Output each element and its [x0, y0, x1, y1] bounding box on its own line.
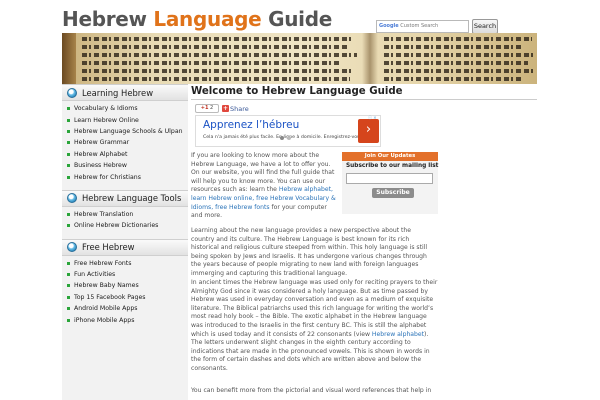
bullet-icon — [67, 164, 70, 168]
sidebar-item-android[interactable]: Android Mobile Apps — [67, 303, 188, 314]
sidebar-item-dictionaries[interactable]: Online Hebrew Dictionaries — [67, 220, 188, 231]
signup-body: Subscribe to our mailing list Subscribe — [342, 161, 438, 214]
link-learn-hebrew-online[interactable]: learn Hebrew online, — [191, 195, 254, 202]
bullet-icon — [67, 107, 70, 111]
bullet-icon — [67, 284, 70, 288]
intro-paragraph: If you are looking to know more about th… — [191, 152, 336, 220]
paragraph-visual: You can benefit more from the pictorial … — [191, 387, 432, 394]
bullet-icon — [67, 261, 70, 265]
bullet-icon — [67, 129, 70, 133]
sidebar-heading-free-hebrew: Free Hebrew — [62, 238, 188, 256]
subscribe-button[interactable]: Subscribe — [372, 188, 414, 198]
sidebar-heading-label: Free Hebrew — [82, 242, 135, 253]
bullet-icon — [67, 118, 70, 122]
link-hebrew-alphabet-inline[interactable]: Hebrew alphabet — [372, 331, 424, 338]
sidebar-heading-learning-hebrew: Learning Hebrew — [62, 84, 188, 101]
sidebar-item-alphabet[interactable]: Hebrew Alphabet — [67, 149, 188, 160]
link-hebrew-alphabet[interactable]: Hebrew alphabet, — [279, 186, 333, 193]
ad-dot-active[interactable] — [280, 136, 284, 140]
paragraph-culture: Learning about the new language provides… — [191, 227, 428, 277]
search-input[interactable]: Google Custom Search — [376, 20, 469, 33]
sidebar-item-christians[interactable]: Hebrew for Christians — [67, 171, 188, 182]
ad-title[interactable]: Apprenez l’hébreu — [203, 119, 299, 131]
sidebar-item-baby-names[interactable]: Hebrew Baby Names — [67, 280, 188, 291]
email-field[interactable] — [346, 173, 433, 184]
sidebar-heading-language-tools: Hebrew Language Tools — [62, 189, 188, 207]
share-icon: + — [222, 105, 229, 112]
hebrew-text-banner-image — [62, 33, 537, 84]
advertisement[interactable]: Apprenez l’hébreu Cela n'a jamais été pl… — [195, 115, 381, 147]
google-plus-count: 2 — [210, 105, 214, 111]
book-spine — [62, 33, 76, 84]
sidebar-item-business[interactable]: Business Hebrew — [67, 160, 188, 171]
signup-label: Subscribe to our mailing list — [346, 163, 439, 169]
book-fold — [362, 33, 378, 84]
blue-orb-icon — [67, 87, 77, 98]
bullet-icon — [67, 212, 70, 216]
blue-orb-icon — [67, 242, 77, 253]
main-content: Welcome to Hebrew Language Guide +1 2 + S… — [191, 84, 537, 400]
sidebar: Learning Hebrew Vocabulary & Idioms Lear… — [62, 84, 188, 400]
sidebar-heading-label: Learning Hebrew — [82, 87, 154, 98]
google-plus-button[interactable]: +1 2 — [195, 104, 219, 113]
sidebar-list-learning-hebrew: Vocabulary & Idioms Learn Hebrew Online … — [62, 101, 188, 187]
ad-info-icon[interactable]: ⓘ ✕ — [368, 115, 377, 121]
sidebar-list-free-hebrew: Free Hebrew Fonts Fun Activities Hebrew … — [62, 256, 188, 330]
sidebar-heading-label: Hebrew Language Tools — [82, 193, 182, 204]
sidebar-item-vocabulary[interactable]: Vocabulary & Idioms — [67, 103, 188, 114]
link-free-hebrew-fonts[interactable]: free Hebrew fonts — [215, 204, 270, 211]
sidebar-item-schools[interactable]: Hebrew Language Schools & Ulpan — [67, 126, 188, 137]
social-buttons: +1 2 + Share — [195, 104, 249, 113]
sidebar-item-activities[interactable]: Fun Activities — [67, 269, 188, 280]
page-title: Welcome to Hebrew Language Guide — [191, 86, 403, 97]
search-button[interactable]: Search — [472, 19, 498, 34]
ad-pagination — [280, 136, 291, 140]
bullet-icon — [67, 224, 70, 228]
sidebar-list-language-tools: Hebrew Translation Online Hebrew Diction… — [62, 207, 188, 236]
ad-dot[interactable] — [287, 136, 291, 140]
sidebar-item-facebook[interactable]: Top 15 Facebook Pages — [67, 292, 188, 303]
title-divider — [191, 99, 537, 100]
ad-arrow-button[interactable]: › — [358, 119, 379, 143]
sidebar-item-learn-online[interactable]: Learn Hebrew Online — [67, 114, 188, 125]
site-logo[interactable]: Hebrew Language Guide — [62, 7, 332, 31]
sidebar-item-translation[interactable]: Hebrew Translation — [67, 209, 188, 220]
bullet-icon — [67, 175, 70, 179]
sidebar-item-grammar[interactable]: Hebrew Grammar — [67, 137, 188, 148]
logo-word-hebrew: Hebrew — [62, 7, 147, 31]
bullet-icon — [67, 307, 70, 311]
search-placeholder: Custom Search — [400, 23, 439, 29]
logo-word-language: Language — [153, 7, 262, 31]
bullet-icon — [67, 152, 70, 156]
bullet-icon — [67, 273, 70, 277]
link-vocabulary-idioms[interactable]: free Hebrew Vocabulary & — [256, 195, 336, 202]
logo-word-guide: Guide — [268, 7, 332, 31]
sidebar-item-iphone[interactable]: iPhone Mobile Apps — [67, 314, 188, 325]
signup-header: Join Our Updates — [342, 152, 438, 161]
bullet-icon — [67, 141, 70, 145]
share-button[interactable]: + Share — [222, 105, 249, 113]
paragraph-history: In ancient times the Hebrew language was… — [191, 279, 438, 372]
blue-orb-icon — [67, 193, 77, 204]
search-brand: Google — [379, 23, 399, 29]
bullet-icon — [67, 295, 70, 299]
bullet-icon — [67, 318, 70, 322]
sidebar-item-fonts[interactable]: Free Hebrew Fonts — [67, 258, 188, 269]
mailing-list-widget: Join Our Updates Subscribe to our mailin… — [342, 152, 438, 214]
link-idioms[interactable]: Idioms, — [191, 204, 213, 211]
